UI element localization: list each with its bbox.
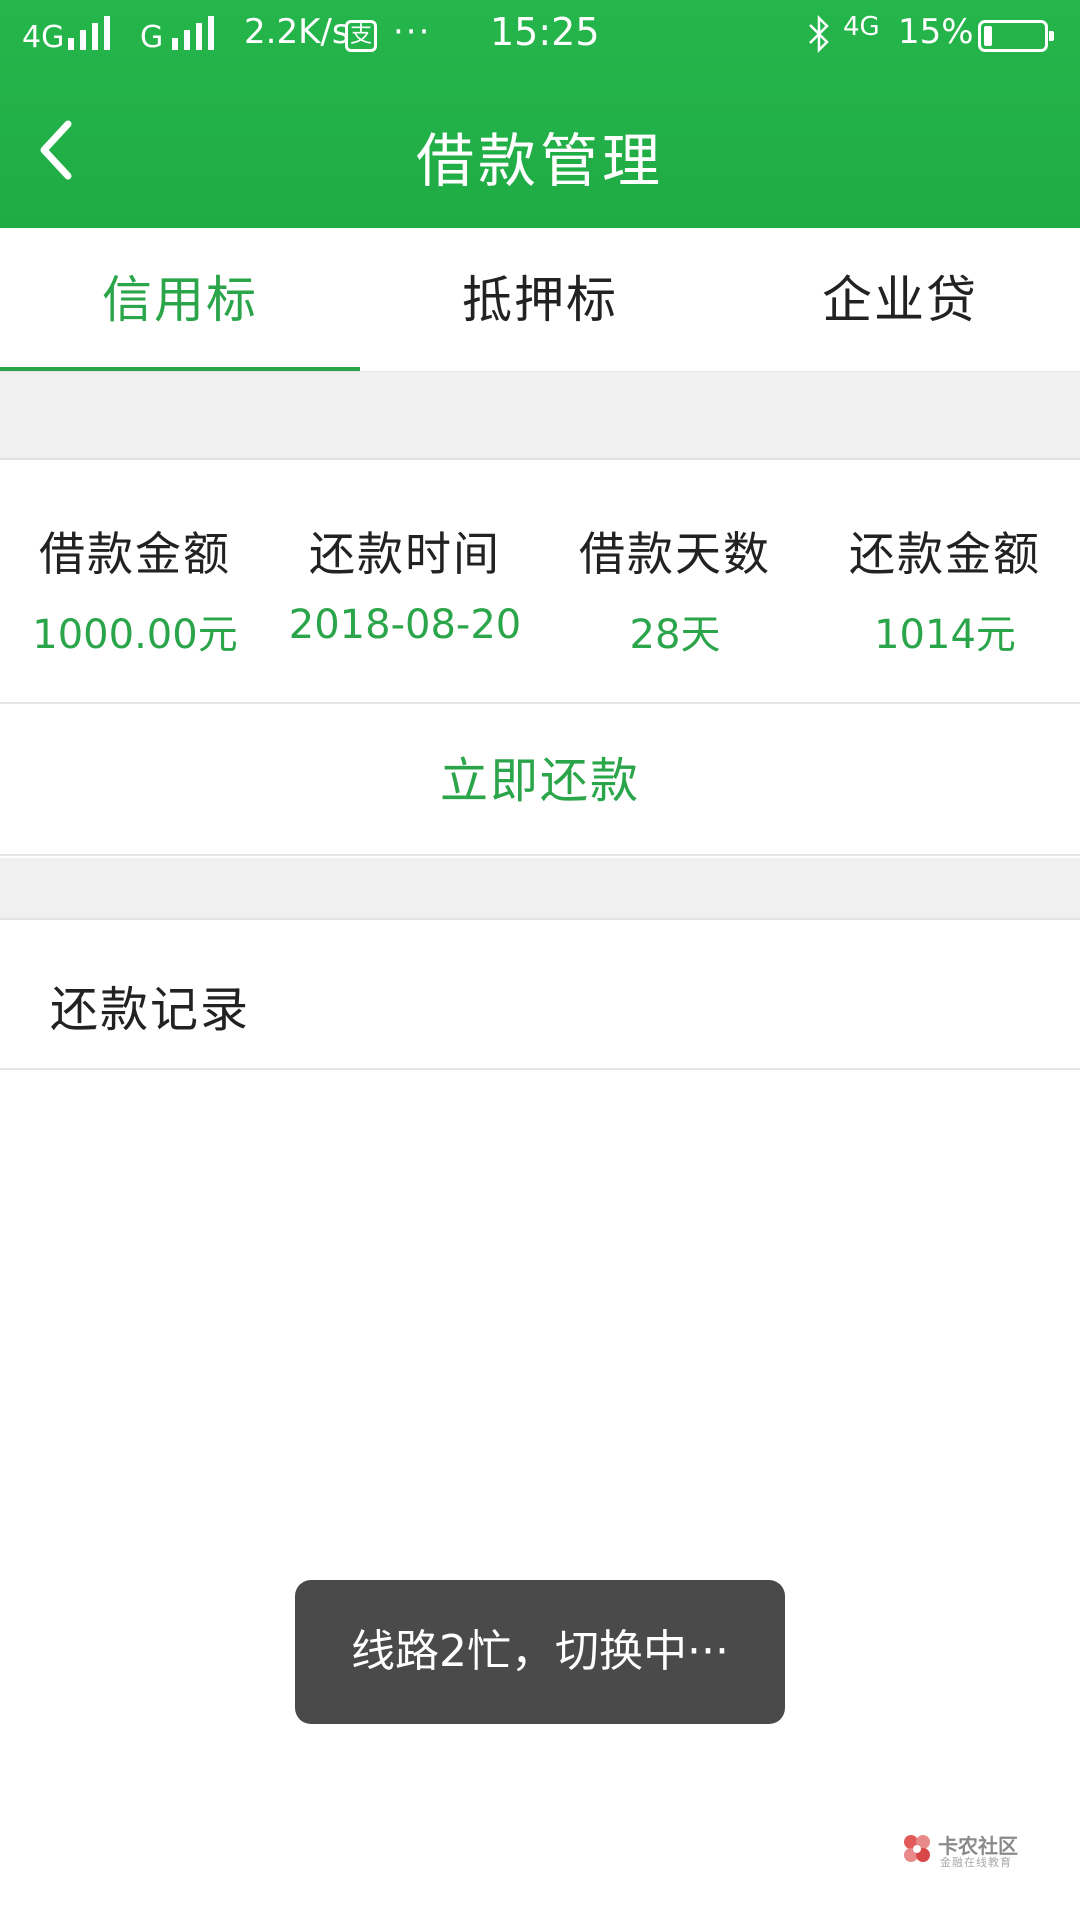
network-type-label-2: G	[140, 20, 164, 55]
clock: 15:25	[490, 10, 600, 54]
header: 借款管理	[0, 70, 1080, 228]
repay-amount-value: 1014元	[874, 612, 1016, 658]
network-speed: 2.2K/s	[244, 12, 350, 52]
tab-credit[interactable]: 信用标	[0, 228, 360, 372]
section-gap	[0, 372, 1080, 460]
toast-message: 线路2忙，切换中···	[295, 1580, 785, 1724]
tab-enterprise-loan[interactable]: 企业贷	[720, 228, 1080, 372]
loan-days: 借款天数 28天	[540, 460, 810, 704]
repay-now-button[interactable]: 立即还款	[0, 706, 1080, 856]
loan-days-label: 借款天数	[579, 527, 771, 581]
battery-icon	[978, 20, 1054, 52]
tab-bar: 信用标 抵押标 企业贷	[0, 228, 1080, 373]
repayment-records-row[interactable]: 还款记录	[0, 922, 1080, 1070]
tab-mortgage[interactable]: 抵押标	[360, 228, 720, 372]
network-type-label: 4G	[22, 20, 65, 55]
section-gap-2	[0, 858, 1080, 920]
bluetooth-icon	[809, 14, 829, 54]
loan-amount-label: 借款金额	[39, 527, 231, 581]
loan-amount-value: 1000.00元	[32, 612, 238, 658]
repayment-records-label: 还款记录	[50, 982, 251, 1038]
more-notifications-icon: ···	[393, 12, 432, 52]
loan-amount: 借款金额 1000.00元	[0, 460, 270, 704]
repay-date: 还款时间 2018-08-20	[270, 460, 540, 704]
page-title: 借款管理	[415, 127, 664, 195]
alipay-icon: 支	[345, 20, 377, 52]
loan-summary: 借款金额 1000.00元 还款时间 2018-08-20 借款天数 28天 还…	[0, 460, 1080, 704]
signal-strength-icon-2	[172, 16, 230, 50]
loan-days-value: 28天	[629, 612, 721, 658]
app-topbar: 4G G 2.2K/s 支 ··· 15:25 4G 15% 借款管理	[0, 0, 1080, 228]
status-bar: 4G G 2.2K/s 支 ··· 15:25 4G 15%	[0, 0, 1080, 70]
repay-amount-label: 还款金额	[849, 527, 1041, 581]
signal-strength-icon	[68, 16, 126, 50]
watermark: 卡农社区 金融在线教育	[900, 1830, 1050, 1870]
battery-percent: 15%	[898, 12, 974, 52]
kanong-logo-icon	[904, 1835, 930, 1862]
network-type-label-3: 4G	[843, 12, 880, 42]
watermark-subtitle: 金融在线教育	[940, 1856, 1012, 1869]
repay-date-value: 2018-08-20	[288, 602, 522, 648]
repay-amount: 还款金额 1014元	[810, 460, 1080, 704]
repay-date-label: 还款时间	[309, 527, 501, 581]
